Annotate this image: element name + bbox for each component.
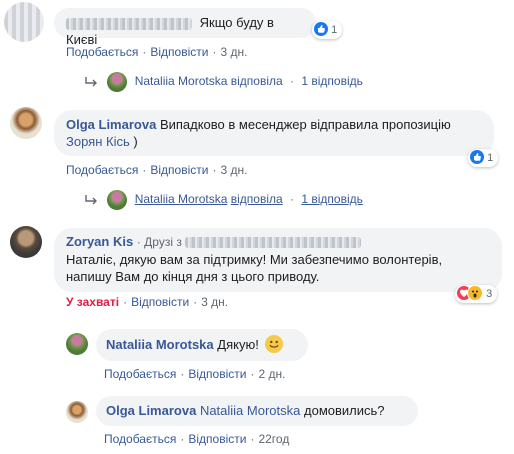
reply-link[interactable]: Відповісти xyxy=(131,295,189,309)
meta-dot: · xyxy=(136,235,141,249)
comment-author[interactable]: Olga Limarova xyxy=(66,117,156,132)
like-link[interactable]: Подобається xyxy=(66,45,138,59)
reply-actions: Подобається · Відповісти · 22год xyxy=(104,431,289,447)
reply-count: 1 відповідь xyxy=(301,74,363,89)
comment-actions: Подобається · Відповісти · 3 дн. xyxy=(66,162,247,178)
smile-emoji-icon xyxy=(265,334,284,353)
avatar-anonymous[interactable] xyxy=(4,2,44,42)
avatar-zoryan-kis[interactable] xyxy=(10,226,42,258)
comment-text: Наталіє, дякую вам за підтримку! Ми забе… xyxy=(66,252,443,284)
timestamp[interactable]: 22год xyxy=(258,432,289,446)
separator-dot: · xyxy=(142,163,147,177)
avatar-nataliia-morotska[interactable] xyxy=(66,333,88,355)
reply-actions: Подобається · Відповісти · 2 дн. xyxy=(104,366,285,382)
like-link[interactable]: Подобається xyxy=(104,432,176,446)
reaction-summary[interactable]: 3 xyxy=(455,285,498,303)
separator-dot: · xyxy=(250,367,255,381)
like-icon xyxy=(314,22,328,37)
separator-dot: · xyxy=(212,163,217,177)
view-replies[interactable]: Nataliia Morotska відповіла · 1 відповід… xyxy=(84,72,363,92)
reply-author: Nataliia Morotska xyxy=(134,192,228,207)
comment-text: Випадково в месенджер відправила пропози… xyxy=(159,117,451,132)
separator-dot: · xyxy=(250,432,255,446)
author-meta: · Друзі з xyxy=(136,235,362,249)
avatar-olga-limarova[interactable] xyxy=(10,107,42,139)
reply-author[interactable]: Olga Limarova xyxy=(106,403,196,418)
reply-link[interactable]: Відповісти xyxy=(188,367,246,381)
reply-bubble: Olga Limarova Nataliia Morotska домовили… xyxy=(96,396,418,426)
reaction-count: 3 xyxy=(486,288,493,300)
reply-link[interactable]: Відповісти xyxy=(150,163,208,177)
like-link[interactable]: Подобається xyxy=(104,367,176,381)
separator-dot: · xyxy=(212,45,217,59)
like-icon xyxy=(470,150,484,165)
reply-verb: відповіла xyxy=(230,74,283,89)
separator-dot: · xyxy=(290,74,295,89)
reply-arrow-icon xyxy=(85,77,97,87)
comment-bubble: Olga Limarova Випадково в месенджер відп… xyxy=(54,110,494,156)
reply-avatar xyxy=(107,72,128,92)
blurred-friends xyxy=(185,237,362,249)
avatar-olga-limarova[interactable] xyxy=(66,401,88,423)
view-replies[interactable]: Nataliia Morotska відповіла · 1 відповід… xyxy=(84,190,363,210)
timestamp[interactable]: 3 дн. xyxy=(201,295,228,309)
mutual-friends-prefix: Друзі з xyxy=(144,235,182,249)
reply-link[interactable]: Відповісти xyxy=(150,45,208,59)
timestamp[interactable]: 2 дн. xyxy=(258,367,285,381)
separator-dot: · xyxy=(290,192,295,207)
comment-actions: Подобається · Відповісти · 3 дн. xyxy=(66,44,247,60)
wow-icon xyxy=(467,285,483,302)
like-link[interactable]: Подобається xyxy=(66,163,138,177)
separator-dot: · xyxy=(180,432,185,446)
reply-author: Nataliia Morotska xyxy=(134,74,228,89)
reply-arrow-icon xyxy=(85,195,97,205)
love-link[interactable]: У захваті xyxy=(66,295,119,309)
reply-count: 1 відповідь xyxy=(301,192,363,207)
reaction-count: 1 xyxy=(331,24,338,36)
reaction-summary[interactable]: 1 xyxy=(468,149,499,167)
blurred-author-name xyxy=(66,17,192,30)
timestamp[interactable]: 3 дн. xyxy=(220,163,247,177)
reply-avatar xyxy=(107,190,128,210)
reply-bubble: Nataliia Morotska Дякую! xyxy=(96,329,308,361)
reply-text: Дякую! xyxy=(217,337,259,352)
reaction-count: 1 xyxy=(487,152,494,164)
separator-dot: · xyxy=(193,295,198,309)
reaction-summary[interactable]: 1 xyxy=(312,21,343,39)
reply-link[interactable]: Відповісти xyxy=(188,432,246,446)
mention-link[interactable]: Nataliia Morotska xyxy=(200,403,300,418)
separator-dot: · xyxy=(142,45,147,59)
timestamp[interactable]: 3 дн. xyxy=(220,45,247,59)
comment-bubble: Zoryan Kis · Друзі з Наталіє, дякую вам … xyxy=(54,228,502,292)
reply-author[interactable]: Nataliia Morotska xyxy=(106,337,214,352)
mention-link[interactable]: Зорян Кісь xyxy=(66,134,130,149)
reply-verb: відповіла xyxy=(230,192,283,207)
comment-actions: У захваті · Відповісти · 3 дн. xyxy=(66,294,228,310)
separator-dot: · xyxy=(123,295,128,309)
comment-bubble: Якщо буду в Києві xyxy=(54,8,316,47)
comment-text-end: ) xyxy=(133,134,138,149)
comment-author[interactable]: Zoryan Kis xyxy=(66,234,133,249)
separator-dot: · xyxy=(180,367,185,381)
reply-text: домовились? xyxy=(304,403,385,418)
